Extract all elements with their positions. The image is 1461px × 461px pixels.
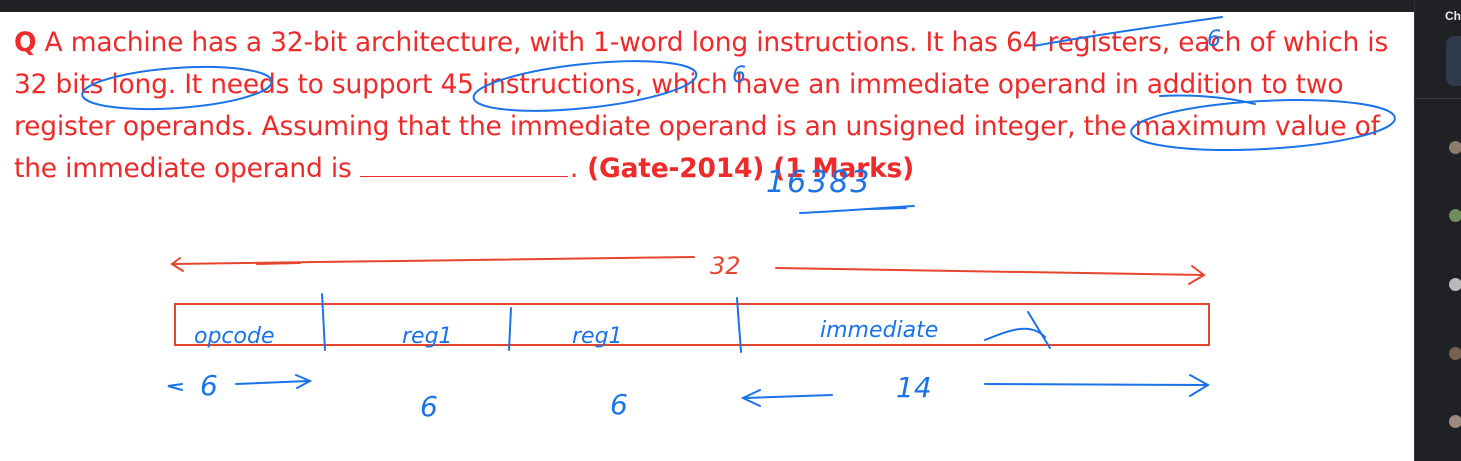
note-register-bits: 6 — [1207, 27, 1221, 52]
immediate-arrow-left — [744, 394, 833, 399]
handwritten-annotations: 6 6 16383 32 opcode reg1 reg1 immediate … — [81, 16, 1396, 423]
field-bits-reg2: 6 — [610, 388, 628, 421]
field-label-immediate: immediate — [820, 318, 938, 343]
word-size-label: 32 — [710, 252, 741, 280]
field-label-reg2: reg1 — [572, 324, 623, 349]
field-label-reg1: reg1 — [402, 324, 453, 349]
avatar[interactable] — [1449, 415, 1461, 428]
sidebar-card[interactable] — [1446, 36, 1461, 86]
circle-32-bits — [81, 65, 273, 111]
avatar[interactable] — [1449, 278, 1461, 291]
sidebar-title: Ch — [1445, 9, 1461, 23]
field-bits-reg1: 6 — [420, 390, 438, 423]
field-divider-1 — [321, 293, 326, 351]
strike-registers — [1033, 16, 1223, 47]
avatar[interactable] — [1449, 141, 1461, 154]
note-instruction-bits: 6 — [732, 63, 746, 88]
field-label-opcode: opcode — [194, 324, 274, 349]
field-bits-opcode: 6 — [200, 369, 218, 402]
circle-45-instructions — [472, 60, 698, 112]
whiteboard: Q A machine has a 32-bit architecture, w… — [0, 12, 1414, 461]
underline-answer-short — [869, 207, 907, 210]
note-answer: 16383 — [766, 165, 871, 200]
top-bar — [0, 0, 1461, 12]
immediate-arrow-right — [984, 383, 1209, 386]
circle-unsigned-integer — [1130, 99, 1396, 151]
field-divider-2 — [508, 307, 512, 351]
sidebar-divider — [1415, 98, 1461, 99]
instruction-word-box — [174, 303, 1210, 346]
opcode-arrow — [167, 383, 183, 391]
field-divider-3 — [736, 297, 742, 353]
word-arrow-left — [171, 256, 695, 265]
underline-answer — [799, 205, 915, 214]
word-arrow-right — [775, 267, 1205, 276]
field-bits-immediate: 14 — [896, 371, 932, 404]
chat-sidebar: Ch — [1414, 0, 1461, 461]
avatar[interactable] — [1449, 347, 1461, 360]
avatar[interactable] — [1449, 209, 1461, 222]
